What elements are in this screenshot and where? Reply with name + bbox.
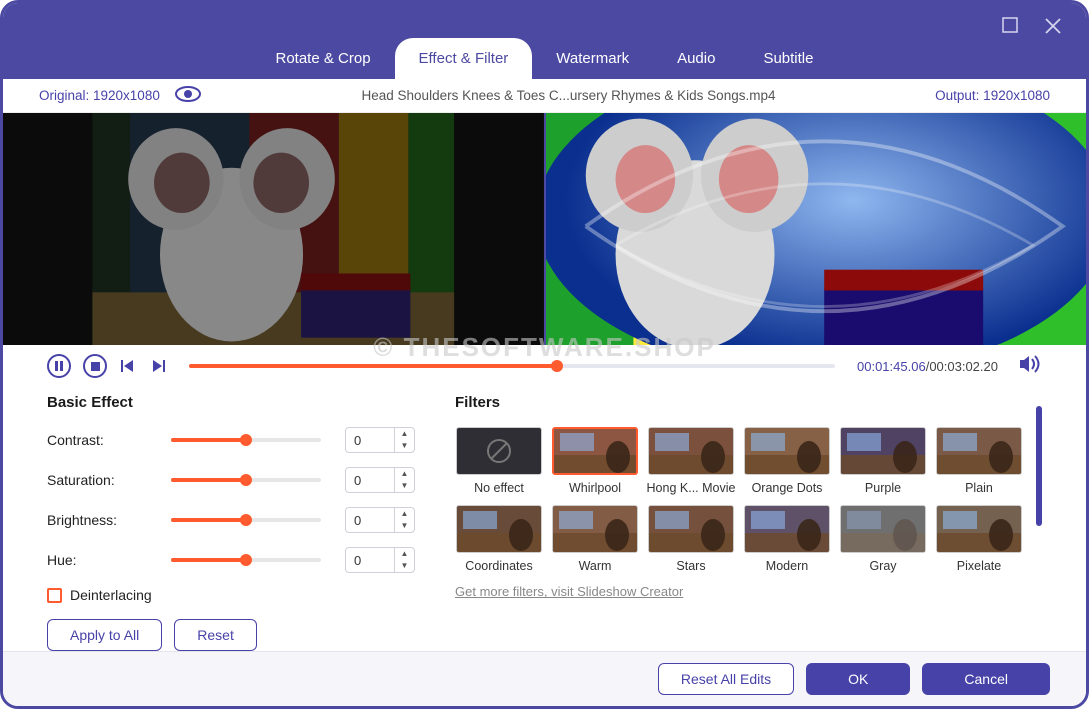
filter-thumbnail <box>456 505 542 553</box>
next-frame-button[interactable] <box>149 354 167 378</box>
reset-all-edits-button[interactable]: Reset All Edits <box>658 663 794 695</box>
effect-label: Contrast: <box>47 432 171 448</box>
filter-pixelate[interactable]: Pixelate <box>935 505 1023 573</box>
filter-thumbnail <box>552 427 638 475</box>
step-up-icon[interactable]: ▲ <box>395 548 414 560</box>
step-down-icon[interactable]: ▼ <box>395 480 414 492</box>
minimize-button[interactable] <box>1002 17 1018 40</box>
filter-label: Stars <box>676 559 705 573</box>
filter-coordinates[interactable]: Coordinates <box>455 505 543 573</box>
filter-label: Warm <box>579 559 612 573</box>
filter-stars[interactable]: Stars <box>647 505 735 573</box>
apply-to-all-button[interactable]: Apply to All <box>47 619 162 651</box>
value-input[interactable]: 0 ▲▼ <box>345 467 415 493</box>
filter-label: Orange Dots <box>752 481 823 495</box>
filter-hong-k-movie[interactable]: Hong K... Movie <box>647 427 735 495</box>
time-display: 00:01:45.06/00:03:02.20 <box>857 359 998 374</box>
step-up-icon[interactable]: ▲ <box>395 468 414 480</box>
tab-watermark[interactable]: Watermark <box>532 38 653 79</box>
step-down-icon[interactable]: ▼ <box>395 440 414 452</box>
filter-purple[interactable]: Purple <box>839 427 927 495</box>
filter-label: Pixelate <box>957 559 1001 573</box>
tab-rotate-crop[interactable]: Rotate & Crop <box>251 38 394 79</box>
effect-label: Brightness: <box>47 512 171 528</box>
cancel-button[interactable]: Cancel <box>922 663 1050 695</box>
filter-label: Purple <box>865 481 901 495</box>
step-down-icon[interactable]: ▼ <box>395 560 414 572</box>
filter-no-effect[interactable]: No effect <box>455 427 543 495</box>
prev-frame-button[interactable] <box>119 354 137 378</box>
value-input[interactable]: 0 ▲▼ <box>345 427 415 453</box>
stop-button[interactable] <box>83 354 107 378</box>
preview-eye-icon[interactable] <box>174 85 202 106</box>
filter-thumbnail <box>744 505 830 553</box>
tab-subtitle[interactable]: Subtitle <box>739 38 837 79</box>
reset-button[interactable]: Reset <box>174 619 257 651</box>
close-button[interactable] <box>1044 17 1062 40</box>
filter-label: Plain <box>965 481 993 495</box>
filter-label: Whirlpool <box>569 481 621 495</box>
filters-title: Filters <box>455 394 1026 411</box>
step-down-icon[interactable]: ▼ <box>395 520 414 532</box>
step-up-icon[interactable]: ▲ <box>395 508 414 520</box>
filter-plain[interactable]: Plain <box>935 427 1023 495</box>
tab-audio[interactable]: Audio <box>653 38 739 79</box>
slider-brightness[interactable] <box>171 518 321 522</box>
slider-saturation[interactable] <box>171 478 321 482</box>
ok-button[interactable]: OK <box>806 663 910 695</box>
preview-original <box>3 113 546 345</box>
original-resolution: Original: 1920x1080 <box>39 88 160 103</box>
filter-thumbnail <box>648 505 734 553</box>
deinterlacing-checkbox[interactable] <box>47 588 62 603</box>
preview-output <box>546 113 1087 345</box>
value-input[interactable]: 0 ▲▼ <box>345 547 415 573</box>
slider-hue[interactable] <box>171 558 321 562</box>
filters-scrollbar[interactable] <box>1036 406 1042 580</box>
filter-thumbnail <box>936 505 1022 553</box>
get-more-filters-link[interactable]: Get more filters, visit Slideshow Creato… <box>455 584 683 599</box>
preview-row <box>3 113 1086 345</box>
tab-effect-filter[interactable]: Effect & Filter <box>395 38 533 79</box>
pause-button[interactable] <box>47 354 71 378</box>
volume-icon[interactable] <box>1020 355 1042 378</box>
filter-label: Gray <box>869 559 896 573</box>
deinterlacing-label: Deinterlacing <box>70 587 152 603</box>
filter-warm[interactable]: Warm <box>551 505 639 573</box>
value-input[interactable]: 0 ▲▼ <box>345 507 415 533</box>
filter-thumbnail <box>552 505 638 553</box>
seek-bar[interactable] <box>189 364 835 368</box>
basic-effect-title: Basic Effect <box>47 394 435 411</box>
filter-orange-dots[interactable]: Orange Dots <box>743 427 831 495</box>
filter-thumbnail <box>936 427 1022 475</box>
titlebar: Rotate & CropEffect & FilterWatermarkAud… <box>3 3 1086 79</box>
filter-thumbnail <box>456 427 542 475</box>
filter-whirlpool[interactable]: Whirlpool <box>551 427 639 495</box>
filter-label: Modern <box>766 559 808 573</box>
effect-label: Saturation: <box>47 472 171 488</box>
step-up-icon[interactable]: ▲ <box>395 428 414 440</box>
filter-thumbnail <box>840 505 926 553</box>
filter-thumbnail <box>744 427 830 475</box>
filter-modern[interactable]: Modern <box>743 505 831 573</box>
output-resolution: Output: 1920x1080 <box>935 88 1050 103</box>
slider-contrast[interactable] <box>171 438 321 442</box>
effect-label: Hue: <box>47 552 171 568</box>
file-title: Head Shoulders Knees & Toes C...ursery R… <box>202 88 935 103</box>
filter-label: Hong K... Movie <box>647 481 736 495</box>
filter-gray[interactable]: Gray <box>839 505 927 573</box>
filter-thumbnail <box>648 427 734 475</box>
filter-label: No effect <box>474 481 524 495</box>
filter-label: Coordinates <box>465 559 532 573</box>
filter-thumbnail <box>840 427 926 475</box>
